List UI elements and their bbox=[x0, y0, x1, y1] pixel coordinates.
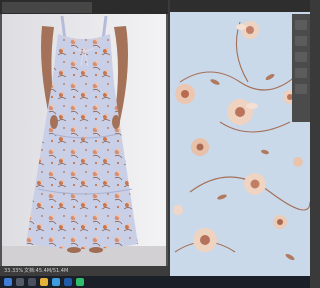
task-view-icon[interactable] bbox=[28, 278, 36, 286]
search-icon[interactable] bbox=[16, 278, 24, 286]
collapsed-panel-dock bbox=[292, 14, 310, 122]
floral-pattern-canvas[interactable] bbox=[170, 12, 310, 276]
taskbar bbox=[0, 276, 310, 288]
panel-toggle-5[interactable] bbox=[295, 84, 307, 94]
pattern-document-window bbox=[170, 0, 310, 276]
status-bar: 33.33% 文档:45.4M/51.4M bbox=[0, 266, 168, 276]
zoom-level[interactable]: 33.33% bbox=[4, 266, 23, 276]
document-window: 33.33% 文档:45.4M/51.4M bbox=[0, 0, 168, 276]
panel-toggle-4[interactable] bbox=[295, 68, 307, 78]
browser-icon[interactable] bbox=[52, 278, 60, 286]
panel-toggle-3[interactable] bbox=[295, 52, 307, 62]
document-tab[interactable] bbox=[2, 2, 92, 13]
panel-toggle-2[interactable] bbox=[295, 36, 307, 46]
photoshop-icon[interactable] bbox=[64, 278, 72, 286]
file-explorer-icon[interactable] bbox=[40, 278, 48, 286]
document-tab-bar bbox=[0, 0, 168, 14]
dress-photo-canvas[interactable] bbox=[2, 14, 166, 266]
windows-icon[interactable] bbox=[4, 278, 12, 286]
pattern-tab-bar bbox=[170, 0, 310, 12]
document-info[interactable]: 文档:45.4M/51.4M bbox=[24, 266, 68, 276]
panel-toggle-1[interactable] bbox=[295, 20, 307, 30]
chat-icon[interactable] bbox=[76, 278, 84, 286]
dress-photo bbox=[2, 14, 166, 266]
